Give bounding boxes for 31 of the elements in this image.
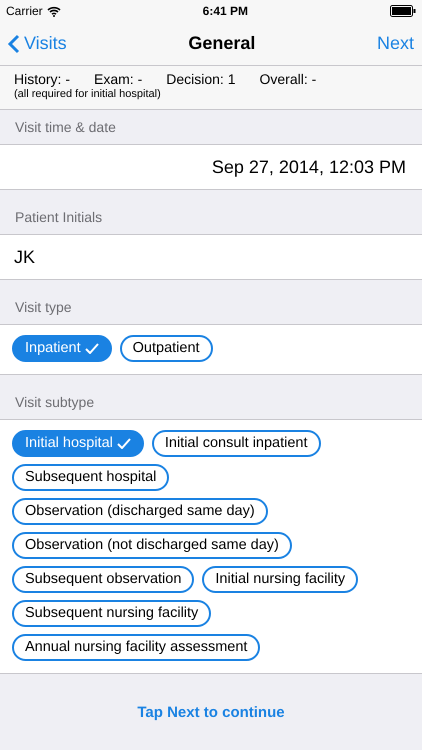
option-chip[interactable]: Initial consult inpatient [152,430,321,457]
summary-item: History: - [14,71,70,88]
option-chip[interactable]: Inpatient [12,335,112,362]
summary-note: (all required for initial hospital) [14,88,162,100]
option-chip[interactable]: Subsequent hospital [12,464,170,491]
option-chip[interactable]: Observation (not discharged same day) [12,532,292,559]
summary-item: Exam: - [94,71,142,88]
checkmark-icon [116,438,131,449]
section-header: Visit type [14,298,73,317]
chevron-left-icon [8,34,20,54]
next-button[interactable]: Next [376,30,414,57]
option-chip[interactable]: Subsequent observation [12,566,194,593]
option-chip[interactable]: Initial nursing facility [202,566,358,593]
section-header: Visit subtype [14,393,96,412]
option-chip[interactable]: Subsequent nursing facility [12,600,212,627]
option-chip[interactable]: Initial hospital [12,430,144,457]
option-chip[interactable]: Outpatient [120,335,213,362]
option-chip[interactable]: Observation (discharged same day) [12,498,268,525]
checkmark-icon [84,343,99,354]
summary-item: Decision: 1 [166,71,236,88]
carrier-label: Carrier [6,3,43,20]
status-time: 6:41 PM [202,3,248,20]
back-button[interactable]: Visits [8,30,67,57]
option-chip[interactable]: Annual nursing facility assessment [12,634,260,661]
screen-title: General [188,32,256,55]
date-time-value[interactable]: Sep 27, 2014, 12:03 PM [0,145,422,189]
section-header: Patient Initials [14,208,104,227]
section-header: Visit time & date [14,118,117,137]
wifi-icon [46,6,61,16]
battery-icon [390,5,416,17]
summary-item: Overall: - [260,71,316,88]
